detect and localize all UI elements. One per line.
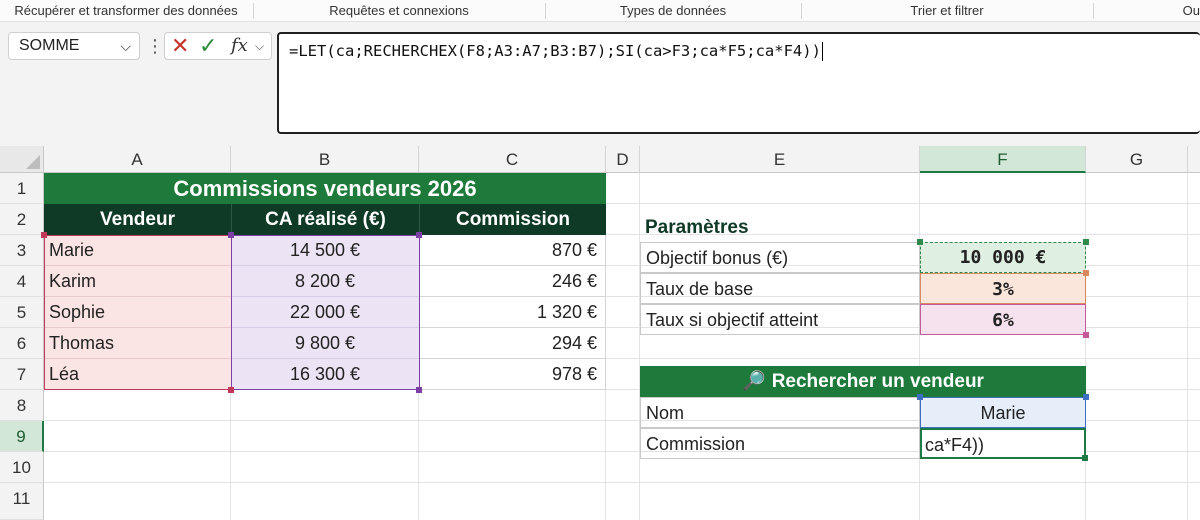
ribbon-group-data-types[interactable]: Types de données xyxy=(546,0,800,22)
column-header-g[interactable]: G xyxy=(1086,146,1188,173)
column-header-f[interactable]: F xyxy=(920,146,1086,173)
range-handle[interactable] xyxy=(416,232,422,238)
select-all-button[interactable] xyxy=(0,146,44,173)
column-header-h[interactable] xyxy=(1188,146,1200,173)
search-icon: 🔎 xyxy=(742,371,766,392)
cell-c7[interactable]: 978 € xyxy=(419,359,606,390)
row-header-11[interactable]: 11 xyxy=(0,483,44,520)
cell-a4[interactable]: Karim xyxy=(44,266,231,297)
row-header-8[interactable]: 8 xyxy=(0,390,44,421)
range-handle[interactable] xyxy=(416,387,422,393)
cell-c5[interactable]: 1 320 € xyxy=(419,297,606,328)
chevron-down-icon[interactable]: ⌵ xyxy=(120,33,131,59)
ribbon-group-queries[interactable]: Requêtes et connexions xyxy=(254,0,544,22)
row-header-3[interactable]: 3 xyxy=(0,235,44,266)
row-header-5[interactable]: 5 xyxy=(0,297,44,328)
gridline xyxy=(1187,173,1188,520)
range-handle[interactable] xyxy=(228,387,234,393)
ribbon-group-sort-filter[interactable]: Trier et filtrer xyxy=(802,0,1092,22)
range-handle[interactable] xyxy=(1083,270,1089,276)
row-header-4[interactable]: 4 xyxy=(0,266,44,297)
cell-a5[interactable]: Sophie xyxy=(44,297,231,328)
cell-b5[interactable]: 22 000 € xyxy=(231,297,419,328)
lookup-title-text: Rechercher un vendeur xyxy=(771,371,984,392)
range-handle[interactable] xyxy=(1083,239,1089,245)
range-handle[interactable] xyxy=(917,239,923,245)
more-options-icon[interactable]: ⋮ xyxy=(146,34,164,58)
params-title[interactable]: Paramètres xyxy=(640,212,920,243)
enter-icon[interactable]: ✓ xyxy=(199,33,217,59)
ribbon-group-outline[interactable]: Ou xyxy=(1094,0,1200,22)
column-header-b[interactable]: B xyxy=(231,146,419,173)
fill-handle[interactable] xyxy=(1082,455,1088,461)
gridline xyxy=(44,482,1200,483)
worksheet-grid[interactable]: A B C D E F G 1 2 3 4 5 6 7 8 9 10 11 Co… xyxy=(0,146,1200,520)
formula-text: =LET(ca;RECHERCHEX(F8;A3:A7;B3:B7);SI(ca… xyxy=(289,42,821,60)
range-handle[interactable] xyxy=(41,232,47,238)
column-header-d[interactable]: D xyxy=(606,146,640,173)
cell-c3[interactable]: 870 € xyxy=(419,235,606,266)
formula-input[interactable]: =LET(ca;RECHERCHEX(F8;A3:A7;B3:B7);SI(ca… xyxy=(277,32,1200,134)
name-box[interactable]: SOMME ⌵ xyxy=(8,32,140,60)
formula-bar: SOMME ⌵ ⋮ ✕ ✓ fx ⌵ =LET(ca;RECHERCHEX(F8… xyxy=(0,22,1200,146)
param-label-target-rate[interactable]: Taux si objectif atteint xyxy=(640,304,920,335)
cell-b3[interactable]: 14 500 € xyxy=(231,235,419,266)
cell-a3[interactable]: Marie xyxy=(44,235,231,266)
insert-function-icon[interactable]: fx xyxy=(231,33,248,59)
range-handle[interactable] xyxy=(1083,394,1089,400)
row-header-9[interactable]: 9 xyxy=(0,421,44,452)
range-handle[interactable] xyxy=(228,232,234,238)
lookup-name-value[interactable]: Marie xyxy=(920,397,1086,428)
header-ca[interactable]: CA réalisé (€) xyxy=(231,204,419,235)
cell-c6[interactable]: 294 € xyxy=(419,328,606,359)
chevron-down-icon[interactable]: ⌵ xyxy=(255,33,264,59)
row-header-1[interactable]: 1 xyxy=(0,173,44,204)
lookup-name-label[interactable]: Nom xyxy=(640,397,920,428)
param-label-bonus[interactable]: Objectif bonus (€) xyxy=(640,242,920,273)
cell-b6[interactable]: 9 800 € xyxy=(231,328,419,359)
row-header-2[interactable]: 2 xyxy=(0,204,44,235)
param-label-base-rate[interactable]: Taux de base xyxy=(640,273,920,304)
param-value-base-rate[interactable]: 3% xyxy=(920,273,1086,304)
row-header-6[interactable]: 6 xyxy=(0,328,44,359)
lookup-title[interactable]: 🔎 Rechercher un vendeur xyxy=(640,366,1086,397)
cancel-icon[interactable]: ✕ xyxy=(171,33,189,59)
ribbon-group-get-transform[interactable]: Récupérer et transformer des données xyxy=(0,0,252,22)
ribbon-group-labels: Récupérer et transformer des données Req… xyxy=(0,0,1200,22)
header-commission[interactable]: Commission xyxy=(419,204,606,235)
lookup-commission-label[interactable]: Commission xyxy=(640,428,920,459)
cell-a7[interactable]: Léa xyxy=(44,359,231,390)
column-header-e[interactable]: E xyxy=(640,146,920,173)
cell-b4[interactable]: 8 200 € xyxy=(231,266,419,297)
name-box-value: SOMME xyxy=(19,37,80,54)
gridline xyxy=(1085,173,1086,520)
row-header-10[interactable]: 10 xyxy=(0,452,44,483)
lookup-commission-editing-cell[interactable]: ca*F4)) xyxy=(920,428,1086,459)
text-cursor xyxy=(821,42,823,61)
table-title[interactable]: Commissions vendeurs 2026 xyxy=(44,173,606,204)
range-handle[interactable] xyxy=(1083,332,1089,338)
cell-b7[interactable]: 16 300 € xyxy=(231,359,419,390)
column-header-c[interactable]: C xyxy=(419,146,606,173)
range-handle[interactable] xyxy=(917,394,923,400)
row-header-7[interactable]: 7 xyxy=(0,359,44,390)
column-header-a[interactable]: A xyxy=(44,146,231,173)
param-value-bonus[interactable]: 10 000 € xyxy=(920,242,1086,273)
formula-actions: ✕ ✓ fx ⌵ xyxy=(164,32,272,60)
cell-a6[interactable]: Thomas xyxy=(44,328,231,359)
cell-c4[interactable]: 246 € xyxy=(419,266,606,297)
param-value-target-rate[interactable]: 6% xyxy=(920,304,1086,335)
header-vendeur[interactable]: Vendeur xyxy=(44,204,231,235)
